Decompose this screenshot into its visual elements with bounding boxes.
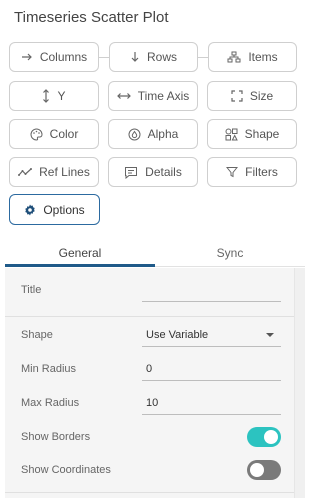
panel-title: Timeseries Scatter Plot [14,9,169,26]
tab-general-label: General [58,245,102,260]
details-label: Details [145,165,182,179]
rows-items-connector [198,57,208,58]
filters-button[interactable]: Filters [207,157,297,187]
items-label: Items [248,50,278,64]
settings-tabs: General Sync [5,238,305,267]
min-radius-input[interactable]: 0 [146,363,152,375]
resize-corners-icon [231,90,243,102]
horizontal-arrows-icon [116,93,131,99]
tab-sync[interactable]: Sync [155,238,305,267]
rows-label: Rows [146,50,177,64]
ref-lines-label: Ref Lines [39,165,90,179]
items-button[interactable]: Items [208,42,297,72]
arrow-down-icon [131,52,139,62]
shape-dropdown[interactable]: Use Variable [146,329,208,341]
show-coordinates-toggle[interactable] [247,460,281,480]
show-borders-toggle[interactable] [247,427,281,447]
filters-label: Filters [245,165,278,179]
columns-button[interactable]: Columns [9,42,99,72]
alpha-button[interactable]: Alpha [108,119,198,149]
funnel-icon [226,167,239,178]
columns-label: Columns [39,50,88,64]
line-chart-icon [18,168,33,176]
comment-icon [125,166,138,179]
gear-icon [25,204,36,215]
panel-scrollbar[interactable] [294,268,305,498]
chevron-down-icon[interactable] [266,333,274,337]
arrow-right-icon [21,53,32,61]
vertical-arrows-icon [43,89,50,103]
shape-label: Shape [21,329,53,341]
max-radius-underline [142,414,281,415]
details-button[interactable]: Details [108,157,198,187]
opacity-drop-icon [128,128,141,140]
y-label: Y [57,89,66,103]
tab-general[interactable]: General [5,238,155,267]
title-input[interactable] [146,284,281,298]
color-button[interactable]: Color [9,119,99,149]
active-tab-indicator [5,264,155,267]
show-coordinates-label: Show Coordinates [21,464,111,476]
hierarchy-icon [227,51,241,63]
color-label: Color [49,127,79,141]
shape-button-label: Shape [244,127,280,141]
min-radius-underline [142,380,281,381]
ref-lines-button[interactable]: Ref Lines [9,157,99,187]
options-label: Options [43,202,85,217]
palette-icon [30,127,43,141]
title-input-underline [142,301,281,302]
shape-dropdown-underline [142,346,281,347]
shape-button[interactable]: Shape [207,119,297,149]
max-radius-label: Max Radius [21,397,80,409]
time-axis-label: Time Axis [137,89,190,103]
max-radius-input[interactable]: 10 [146,397,158,409]
toggle-knob [250,463,264,477]
options-button[interactable]: Options [9,194,100,225]
y-button[interactable]: Y [9,81,99,111]
time-axis-button[interactable]: Time Axis [108,81,198,111]
show-borders-label: Show Borders [21,431,91,443]
min-radius-label: Min Radius [21,363,77,375]
tab-sync-label: Sync [216,245,244,260]
panel-bottom-divider [5,492,294,493]
shapes-icon [225,128,238,140]
alpha-label: Alpha [147,127,179,141]
size-button[interactable]: Size [207,81,297,111]
settings-divider [5,316,294,317]
rows-button[interactable]: Rows [109,42,198,72]
toggle-knob [264,430,278,444]
size-label: Size [249,89,274,103]
title-label: Title [21,284,42,296]
columns-rows-connector [99,57,109,58]
